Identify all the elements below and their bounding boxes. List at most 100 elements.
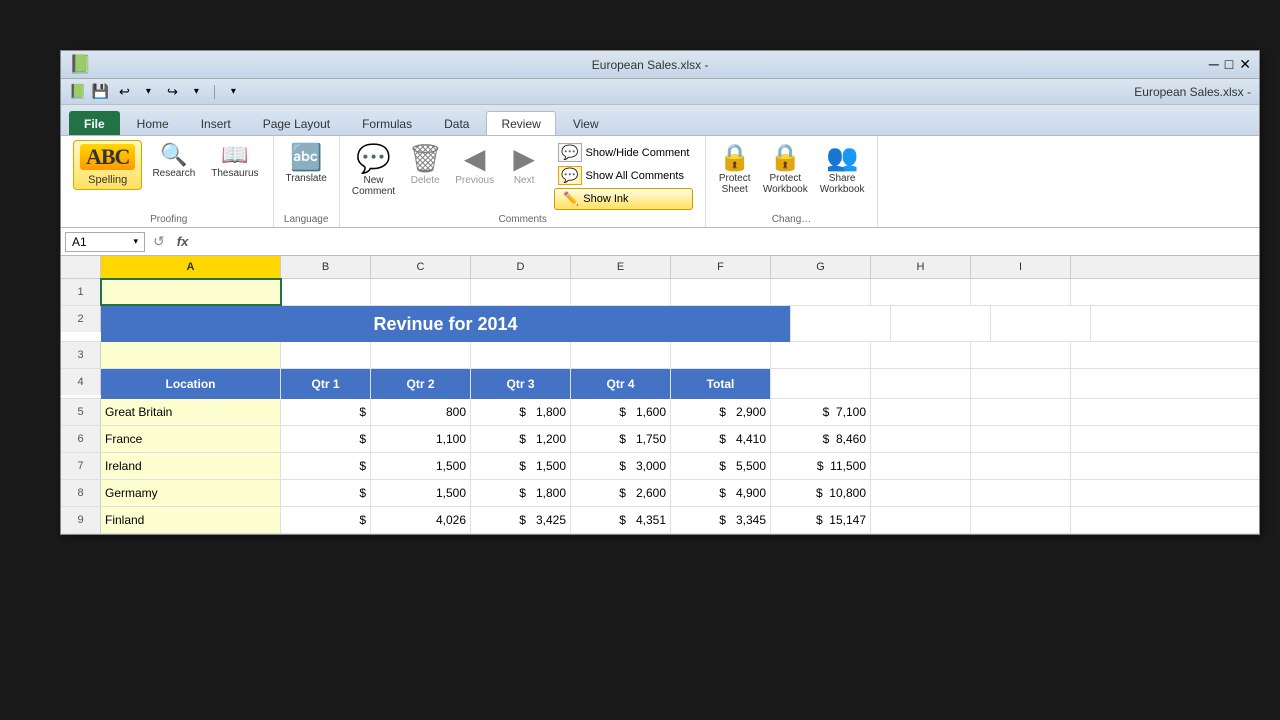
tab-view[interactable]: View xyxy=(558,111,614,135)
cell-i9[interactable] xyxy=(971,507,1071,533)
cell-d9[interactable]: $ 3,425 xyxy=(471,507,571,533)
col-header-g[interactable]: G xyxy=(771,256,871,278)
cell-i6[interactable] xyxy=(971,426,1071,452)
cell-a4[interactable]: Location xyxy=(101,369,281,399)
col-header-i[interactable]: I xyxy=(971,256,1071,278)
formula-input[interactable] xyxy=(196,235,1255,249)
col-header-b[interactable]: B xyxy=(281,256,371,278)
cell-i8[interactable] xyxy=(971,480,1071,506)
translate-button[interactable]: 🔤 Translate xyxy=(282,140,331,186)
cell-a6[interactable]: France xyxy=(101,426,281,452)
cell-b9[interactable]: $ xyxy=(281,507,371,533)
show-ink-button[interactable]: ✏️ Show Ink xyxy=(554,188,693,210)
col-header-h[interactable]: H xyxy=(871,256,971,278)
cell-f7[interactable]: $ 5,500 xyxy=(671,453,771,479)
cell-d6[interactable]: $ 1,200 xyxy=(471,426,571,452)
cell-c9[interactable]: 4,026 xyxy=(371,507,471,533)
cell-e6[interactable]: $ 1,750 xyxy=(571,426,671,452)
maximize-btn[interactable]: □ xyxy=(1225,56,1233,73)
thesaurus-button[interactable]: 📖 Thesaurus xyxy=(205,140,264,181)
col-header-d[interactable]: D xyxy=(471,256,571,278)
cell-title[interactable]: Revinue for 2014 xyxy=(101,306,791,342)
cell-f9[interactable]: $ 3,345 xyxy=(671,507,771,533)
cell-i4[interactable] xyxy=(971,369,1071,399)
cell-b4[interactable]: Qtr 1 xyxy=(281,369,371,399)
show-hide-comment-button[interactable]: 💬 Show/Hide Comment xyxy=(554,142,693,163)
cell-g5[interactable]: $ 7,100 xyxy=(771,399,871,425)
close-btn[interactable]: ✕ xyxy=(1239,56,1251,73)
cell-c3[interactable] xyxy=(371,342,471,368)
cell-reference-box[interactable]: A1 ▾ xyxy=(65,232,145,252)
cell-f1[interactable] xyxy=(671,279,771,305)
redo-dropdown[interactable]: ▾ xyxy=(186,82,206,102)
cell-a5[interactable]: Great Britain xyxy=(101,399,281,425)
cell-b6[interactable]: $ xyxy=(281,426,371,452)
cell-h8[interactable] xyxy=(871,480,971,506)
cell-d1[interactable] xyxy=(471,279,571,305)
cell-g7[interactable]: $ 11,500 xyxy=(771,453,871,479)
cell-b8[interactable]: $ xyxy=(281,480,371,506)
cell-a9[interactable]: Finland xyxy=(101,507,281,533)
tab-file[interactable]: File xyxy=(69,111,120,135)
next-comment-button[interactable]: ▶ Next xyxy=(502,140,546,188)
tab-review[interactable]: Review xyxy=(486,111,555,135)
redo-button[interactable]: ↪ xyxy=(162,82,182,102)
delete-comment-button[interactable]: 🗑 Delete xyxy=(403,140,447,188)
undo-button[interactable]: ↩ xyxy=(114,82,134,102)
cell-g4[interactable] xyxy=(771,369,871,399)
cell-b7[interactable]: $ xyxy=(281,453,371,479)
protect-sheet-button[interactable]: 🔒 Protect Sheet xyxy=(714,140,754,197)
cell-e5[interactable]: $ 1,600 xyxy=(571,399,671,425)
cell-c7[interactable]: 1,500 xyxy=(371,453,471,479)
cell-h4[interactable] xyxy=(871,369,971,399)
new-comment-button[interactable]: 💬 New Comment xyxy=(348,140,399,199)
previous-comment-button[interactable]: ◀ Previous xyxy=(451,140,498,188)
show-all-comments-button[interactable]: 💬 Show All Comments xyxy=(554,165,693,186)
cell-g8[interactable]: $ 10,800 xyxy=(771,480,871,506)
cell-i3[interactable] xyxy=(971,342,1071,368)
tab-page-layout[interactable]: Page Layout xyxy=(248,111,345,135)
cell-f4[interactable]: Total xyxy=(671,369,771,399)
cell-f8[interactable]: $ 4,900 xyxy=(671,480,771,506)
save-button[interactable]: 💾 xyxy=(90,82,110,102)
cell-i5[interactable] xyxy=(971,399,1071,425)
cell-i2[interactable] xyxy=(991,306,1091,342)
cell-c4[interactable]: Qtr 2 xyxy=(371,369,471,399)
cell-h2[interactable] xyxy=(891,306,991,342)
tab-home[interactable]: Home xyxy=(122,111,184,135)
cell-f6[interactable]: $ 4,410 xyxy=(671,426,771,452)
cell-d3[interactable] xyxy=(471,342,571,368)
cell-a1[interactable] xyxy=(101,279,281,305)
cell-e4[interactable]: Qtr 4 xyxy=(571,369,671,399)
tab-insert[interactable]: Insert xyxy=(186,111,246,135)
col-header-a[interactable]: A xyxy=(101,256,281,278)
cell-h7[interactable] xyxy=(871,453,971,479)
cell-d4[interactable]: Qtr 3 xyxy=(471,369,571,399)
undo-dropdown[interactable]: ▾ xyxy=(138,82,158,102)
cell-h6[interactable] xyxy=(871,426,971,452)
cell-e8[interactable]: $ 2,600 xyxy=(571,480,671,506)
share-workbook-button[interactable]: 👥 Share Workbook xyxy=(816,140,869,197)
customize-qa[interactable]: ▾ xyxy=(223,82,243,102)
cell-i7[interactable] xyxy=(971,453,1071,479)
cell-c1[interactable] xyxy=(371,279,471,305)
protect-workbook-button[interactable]: 🔒 Protect Workbook xyxy=(759,140,812,197)
cell-a3[interactable] xyxy=(101,342,281,368)
cell-e9[interactable]: $ 4,351 xyxy=(571,507,671,533)
cancel-button[interactable]: ↺ xyxy=(149,233,169,250)
col-header-e[interactable]: E xyxy=(571,256,671,278)
cell-g1[interactable] xyxy=(771,279,871,305)
cell-d5[interactable]: $ 1,800 xyxy=(471,399,571,425)
cell-g9[interactable]: $ 15,147 xyxy=(771,507,871,533)
research-button[interactable]: 🔍 Research xyxy=(146,140,201,181)
cell-i1[interactable] xyxy=(971,279,1071,305)
cell-h5[interactable] xyxy=(871,399,971,425)
minimize-btn[interactable]: ─ xyxy=(1209,56,1219,73)
cell-g3[interactable] xyxy=(771,342,871,368)
cell-ref-dropdown[interactable]: ▾ xyxy=(133,236,138,247)
cell-g6[interactable]: $ 8,460 xyxy=(771,426,871,452)
cell-c6[interactable]: 1,100 xyxy=(371,426,471,452)
cell-d7[interactable]: $ 1,500 xyxy=(471,453,571,479)
cell-g2[interactable] xyxy=(791,306,891,342)
cell-h3[interactable] xyxy=(871,342,971,368)
